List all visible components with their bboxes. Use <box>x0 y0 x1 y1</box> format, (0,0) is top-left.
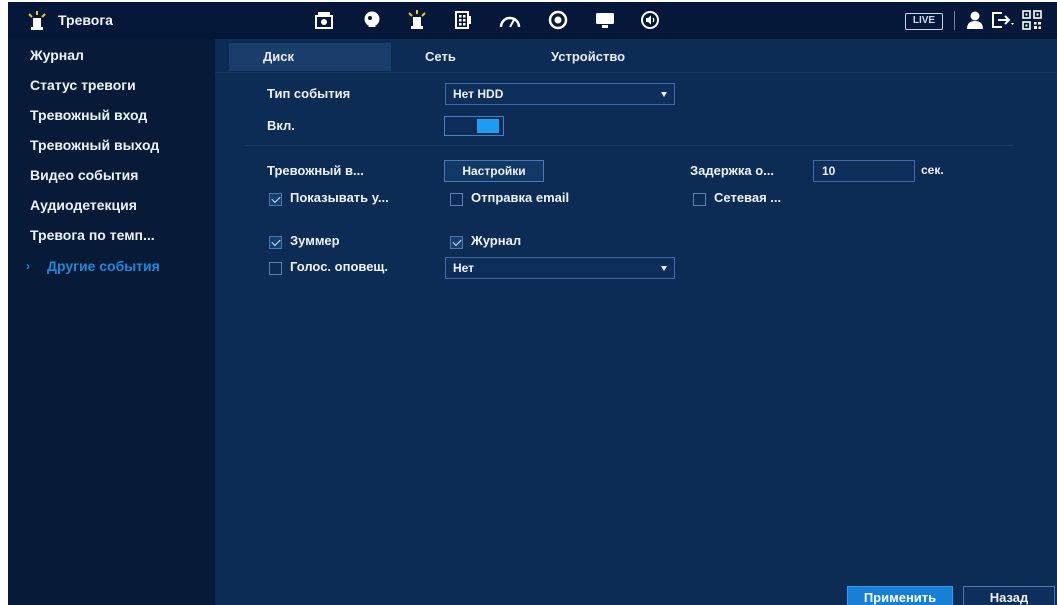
sidebar-item-label: Другие события <box>47 258 160 274</box>
alarm-icon[interactable] <box>406 10 428 30</box>
camera-config-icon[interactable] <box>314 11 334 29</box>
toggle-knob <box>477 119 499 133</box>
user-icon[interactable] <box>966 10 984 30</box>
delay-input[interactable]: 10 <box>813 160 915 182</box>
enable-label: Вкл. <box>267 118 295 133</box>
sidebar-item-alarm-output[interactable]: Тревожный выход <box>8 129 215 161</box>
apply-button[interactable]: Применить <box>847 586 953 605</box>
section-divider <box>245 145 1013 146</box>
sidebar-item-video-events[interactable]: Видео события <box>8 159 215 191</box>
buzzer-checkbox[interactable] <box>269 236 282 249</box>
alarm-title-icon <box>28 11 46 30</box>
app-title: Тревога <box>58 12 113 28</box>
check-icon <box>452 236 462 247</box>
voice-prompt-value: Нет <box>453 261 475 275</box>
speed-gauge-icon[interactable] <box>498 11 522 29</box>
audio-icon[interactable] <box>640 10 660 30</box>
main-panel: Диск Сеть Устройство Тип события Нет HDD… <box>215 39 1057 605</box>
chevron-down-icon <box>661 266 667 271</box>
show-message-label: Показывать у... <box>290 190 389 205</box>
tab-network[interactable]: Сеть <box>391 43 517 71</box>
buzzer-label: Зуммер <box>290 233 340 248</box>
toolbar-separator <box>954 11 955 30</box>
tab-label: Сеть <box>425 49 456 64</box>
sidebar-item-alarm-status[interactable]: Статус тревоги <box>8 69 215 101</box>
sidebar-item-alarm-input[interactable]: Тревожный вход <box>8 99 215 131</box>
network-label: Сетевая ... <box>714 190 782 205</box>
sidebar-item-label: Тревога по темп... <box>30 227 155 243</box>
sidebar-item-log[interactable]: Журнал <box>8 39 215 71</box>
event-type-label: Тип события <box>267 86 351 101</box>
voice-prompt-label: Голос. оповещ. <box>290 259 389 274</box>
back-button[interactable]: Назад <box>963 586 1055 605</box>
top-toolbar: Тревога LIVE <box>8 2 1057 40</box>
delay-label: Задержка о... <box>690 163 774 178</box>
sidebar-item-label: Статус тревоги <box>30 77 136 93</box>
tab-divider <box>215 72 1057 73</box>
sidebar: Журнал Статус тревоги Тревожный вход Тре… <box>8 39 215 605</box>
qr-code-icon[interactable] <box>1022 10 1042 30</box>
check-icon <box>271 236 281 247</box>
settings-button[interactable]: Настройки <box>444 160 544 182</box>
tab-label: Диск <box>263 49 294 64</box>
logout-icon[interactable] <box>990 11 1016 29</box>
network-checkbox[interactable] <box>693 193 706 206</box>
sidebar-item-audio-detection[interactable]: Аудиодетекция <box>8 189 215 221</box>
event-type-select[interactable]: Нет HDD <box>445 83 675 105</box>
voice-prompt-checkbox[interactable] <box>269 262 282 275</box>
storage-icon[interactable] <box>454 10 472 30</box>
send-email-label: Отправка email <box>471 190 570 205</box>
enable-toggle[interactable] <box>444 116 504 136</box>
event-type-value: Нет HDD <box>453 87 504 101</box>
alarm-output-label: Тревожный в... <box>267 163 364 178</box>
chevron-down-icon <box>661 92 667 97</box>
live-button[interactable]: LIVE <box>905 13 943 30</box>
log-checkbox[interactable] <box>450 236 463 249</box>
tab-label: Устройство <box>551 49 626 64</box>
sidebar-item-label: Журнал <box>30 47 84 63</box>
sidebar-item-label: Тревожный вход <box>30 107 148 123</box>
app-window: Тревога LIVE Журнал Статус тревоги Трево… <box>8 2 1057 605</box>
ai-face-icon[interactable] <box>362 10 382 30</box>
sidebar-item-label: Тревожный выход <box>30 137 160 153</box>
tab-disk[interactable]: Диск <box>229 43 391 71</box>
display-icon[interactable] <box>594 11 616 29</box>
sidebar-item-label: Аудиодетекция <box>30 197 137 213</box>
tab-device[interactable]: Устройство <box>517 43 675 71</box>
record-ring-icon[interactable] <box>548 10 568 30</box>
sidebar-item-temperature-alarm[interactable]: Тревога по темп... <box>8 219 215 251</box>
log-label: Журнал <box>471 233 522 248</box>
delay-unit: сек. <box>921 163 944 177</box>
voice-prompt-select[interactable]: Нет <box>445 257 675 279</box>
sidebar-item-other-events[interactable]: › Другие события <box>8 250 215 282</box>
sidebar-item-label: Видео события <box>30 167 139 183</box>
send-email-checkbox[interactable] <box>450 193 463 206</box>
chevron-right-icon: › <box>26 259 30 273</box>
show-message-checkbox[interactable] <box>269 193 282 206</box>
check-icon <box>271 193 281 204</box>
